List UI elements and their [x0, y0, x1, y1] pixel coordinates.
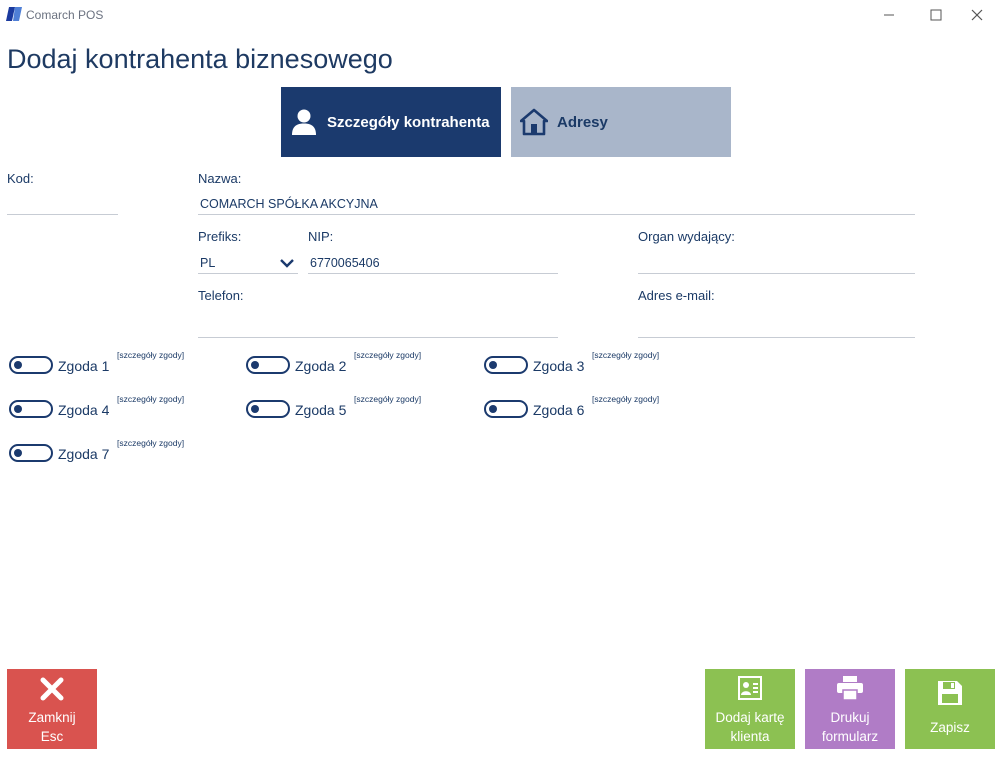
- organ-label: Organ wydający:: [638, 229, 735, 244]
- consent-2-label: Zgoda 2: [295, 358, 347, 374]
- title-bar: Comarch POS: [0, 0, 1000, 30]
- consent-5-details-link[interactable]: [szczegóły zgody]: [354, 394, 421, 404]
- floppy-disk-icon: [938, 681, 962, 705]
- email-field[interactable]: [638, 316, 915, 338]
- house-icon: [520, 108, 548, 136]
- consent-1-label: Zgoda 1: [58, 358, 110, 374]
- kod-label: Kod:: [7, 171, 34, 186]
- nazwa-field[interactable]: COMARCH SPÓŁKA AKCYJNA: [198, 193, 915, 215]
- toggle-knob: [489, 405, 497, 413]
- consent-7-details-link[interactable]: [szczegóły zgody]: [117, 438, 184, 448]
- consent-7-label: Zgoda 7: [58, 446, 110, 462]
- print-label-2: formularz: [821, 729, 879, 744]
- chevron-down-icon: [280, 259, 294, 268]
- toggle-knob: [489, 361, 497, 369]
- consent-7-toggle[interactable]: [9, 444, 53, 462]
- nip-label: NIP:: [308, 229, 334, 244]
- consent-4-label: Zgoda 4: [58, 402, 110, 418]
- maximize-button[interactable]: [913, 0, 959, 30]
- organ-field[interactable]: [638, 252, 915, 274]
- app-title: Comarch POS: [26, 8, 104, 22]
- page-title: Dodaj kontrahenta biznesowego: [7, 44, 393, 74]
- consent-2-toggle[interactable]: [246, 356, 290, 374]
- consent-4-toggle[interactable]: [9, 400, 53, 418]
- close-button-shortcut: Esc: [40, 729, 64, 744]
- consent-3-toggle[interactable]: [484, 356, 528, 374]
- save-button[interactable]: Zapisz: [905, 669, 995, 749]
- consent-2-details-link[interactable]: [szczegóły zgody]: [354, 350, 421, 360]
- id-card-icon: [738, 676, 762, 700]
- toggle-knob: [14, 405, 22, 413]
- printer-icon: [837, 676, 863, 700]
- add-card-button[interactable]: Dodaj kartę klienta: [705, 669, 795, 749]
- consent-6-details-link[interactable]: [szczegóły zgody]: [592, 394, 659, 404]
- toggle-knob: [14, 361, 22, 369]
- prefiks-value: PL: [200, 256, 216, 270]
- minimize-icon: [884, 14, 894, 16]
- consent-1-details-link[interactable]: [szczegóły zgody]: [117, 350, 184, 360]
- close-button[interactable]: Zamknij Esc: [7, 669, 97, 749]
- telefon-label: Telefon:: [198, 288, 244, 303]
- maximize-icon: [930, 9, 942, 21]
- add-card-label-2: klienta: [730, 729, 770, 744]
- print-label-1: Drukuj: [830, 710, 870, 725]
- close-icon: [40, 677, 64, 701]
- tab-addresses[interactable]: Adresy: [511, 87, 731, 157]
- add-card-label-1: Dodaj kartę: [715, 710, 785, 725]
- consent-3-details-link[interactable]: [szczegóły zgody]: [592, 350, 659, 360]
- minimize-button[interactable]: [866, 0, 912, 30]
- tab-details[interactable]: Szczegóły kontrahenta: [281, 87, 501, 157]
- kod-field[interactable]: [7, 193, 118, 215]
- tab-details-label: Szczegóły kontrahenta: [327, 113, 490, 131]
- close-icon: [971, 9, 983, 21]
- toggle-knob: [14, 449, 22, 457]
- prefiks-label: Prefiks:: [198, 229, 242, 244]
- close-window-button[interactable]: [954, 0, 1000, 30]
- consent-6-toggle[interactable]: [484, 400, 528, 418]
- print-form-button[interactable]: Drukuj formularz: [805, 669, 895, 749]
- save-label: Zapisz: [930, 720, 970, 735]
- tab-addresses-label: Adresy: [557, 113, 608, 131]
- nazwa-label: Nazwa:: [198, 171, 242, 186]
- consent-3-label: Zgoda 3: [533, 358, 585, 374]
- person-icon: [292, 109, 316, 135]
- prefiks-select[interactable]: PL: [198, 252, 298, 274]
- comarch-logo-icon: [6, 7, 22, 21]
- consent-6-label: Zgoda 6: [533, 402, 585, 418]
- consent-5-label: Zgoda 5: [295, 402, 347, 418]
- consent-1-toggle[interactable]: [9, 356, 53, 374]
- telefon-field[interactable]: [198, 316, 558, 338]
- email-label: Adres e-mail:: [638, 288, 715, 303]
- toggle-knob: [251, 361, 259, 369]
- toggle-knob: [251, 405, 259, 413]
- close-button-label: Zamknij: [28, 710, 76, 725]
- consent-5-toggle[interactable]: [246, 400, 290, 418]
- nip-field[interactable]: 6770065406: [308, 252, 558, 274]
- consent-4-details-link[interactable]: [szczegóły zgody]: [117, 394, 184, 404]
